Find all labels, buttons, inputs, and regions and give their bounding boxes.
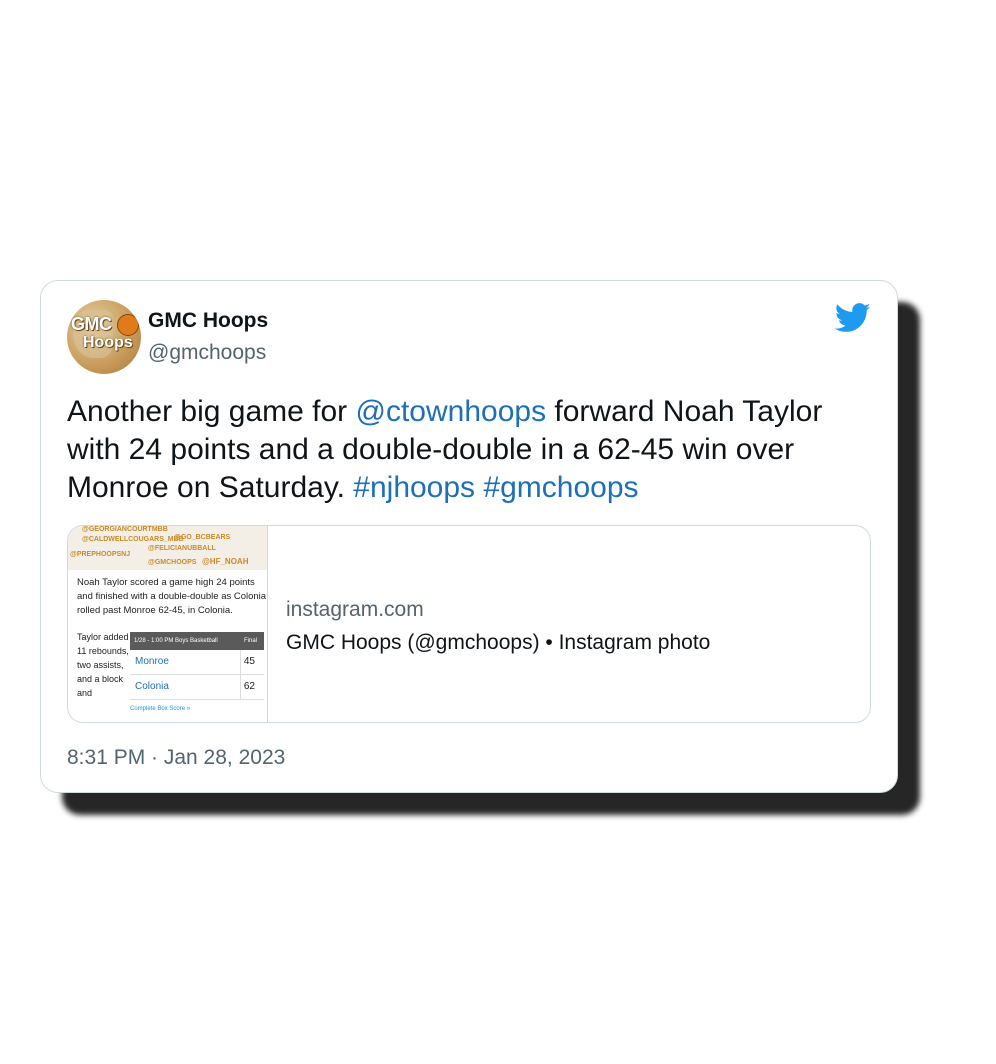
scoreboard-team: Colonia — [135, 681, 169, 692]
thumbnail-tag: @GEORGIANCOURTMBB — [82, 526, 168, 533]
thumbnail-tag: @CALDWELLCOUGARS_MBB — [82, 536, 184, 543]
avatar-text-hoops: Hoops — [83, 334, 133, 351]
thumbnail-tag: @HF_NOAH — [202, 557, 249, 566]
scoreboard-row: Colonia 62 — [130, 675, 264, 700]
tweet-text-part: Another big game for — [67, 395, 356, 428]
avatar-text-gmc: GMC — [71, 314, 112, 334]
hashtag-link-njhoops[interactable]: #njhoops — [353, 471, 475, 504]
basketball-icon — [117, 314, 139, 336]
thumbnail-tag-strip: @GEORGIANCOURTMBB @CALDWELLCOUGARS_MBB @… — [68, 526, 267, 570]
scoreboard-status: Final — [243, 638, 257, 644]
thumbnail-tag: @GMCHOOPS — [148, 559, 197, 566]
box-score-link: Complete Box Score » — [130, 706, 191, 712]
tweet-text: Another big game for @ctownhoops forward… — [67, 393, 867, 507]
author-name[interactable]: GMC Hoops — [148, 309, 268, 333]
preview-title: GMC Hoops (@gmchoops) • Instagram photo — [286, 631, 711, 654]
scoreboard-header-label: 1/28 - 1:00 PM Boys Basketball — [134, 638, 218, 644]
thumbnail-paragraph: Noah Taylor scored a game high 24 points… — [77, 577, 267, 616]
twitter-bird-icon[interactable] — [835, 303, 871, 333]
scoreboard-row: Monroe 45 — [130, 650, 264, 675]
thumbnail-tag: @PREPHOOPSNJ — [70, 551, 131, 558]
scoreboard-header: 1/28 - 1:00 PM Boys Basketball Final — [130, 632, 264, 650]
mention-link[interactable]: @ctownhoops — [356, 395, 547, 428]
thumbnail-tag: @GO_BCBEARS — [174, 534, 231, 541]
thumbnail-side-text: Taylor added 11 rebounds, two assists, a… — [77, 632, 129, 698]
link-preview-card[interactable]: @GEORGIANCOURTMBB @CALDWELLCOUGARS_MBB @… — [67, 525, 871, 723]
preview-domain: instagram.com — [286, 598, 424, 621]
avatar[interactable]: GMC Hoops — [67, 300, 141, 374]
preview-thumbnail[interactable]: @GEORGIANCOURTMBB @CALDWELLCOUGARS_MBB @… — [68, 526, 268, 722]
scoreboard-divider — [240, 650, 241, 674]
scoreboard-points: 62 — [243, 681, 255, 692]
author-handle[interactable]: @gmchoops — [148, 341, 266, 365]
tweet-card: GMC Hoops GMC Hoops @gmchoops Another bi… — [40, 280, 898, 793]
scoreboard-divider — [240, 675, 241, 699]
tweet-timestamp[interactable]: 8:31 PM · Jan 28, 2023 — [67, 746, 285, 770]
scoreboard-team: Monroe — [135, 656, 169, 667]
thumbnail-tag: @FELICIANUBBALL — [148, 545, 216, 552]
scoreboard-points: 45 — [243, 656, 255, 667]
hashtag-link-gmchoops[interactable]: #gmchoops — [483, 471, 638, 504]
